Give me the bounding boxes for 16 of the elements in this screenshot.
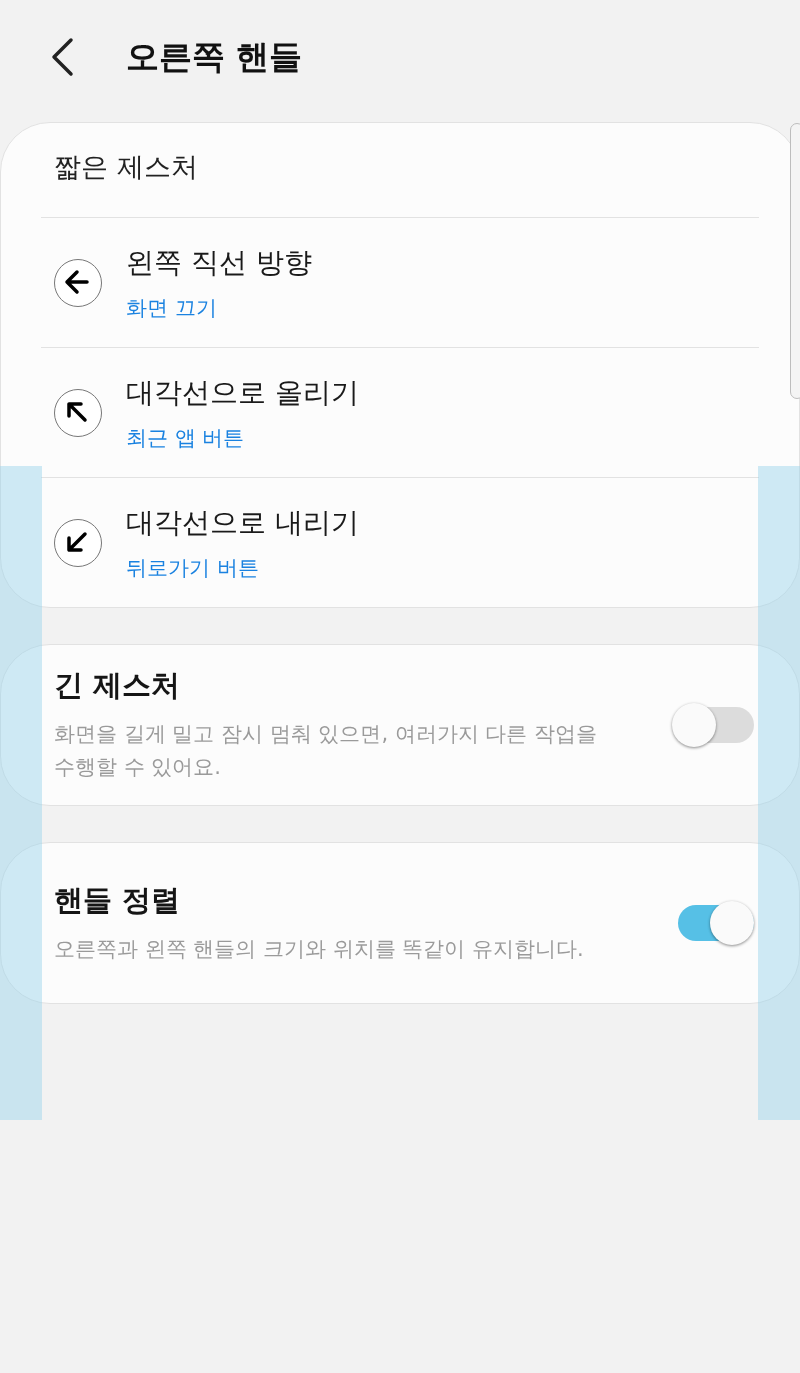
setting-description: 오른쪽과 왼쪽 핸들의 크기와 위치를 똑같이 유지합니다. [54, 935, 585, 963]
gesture-action: 화면 끄기 [126, 294, 218, 322]
gesture-action: 뒤로가기 버튼 [126, 554, 260, 582]
gesture-title: 대각선으로 올리기 [126, 374, 359, 411]
setting-title: 핸들 정렬 [54, 881, 182, 919]
section-heading: 짧은 제스처 [54, 150, 198, 184]
setting-title: 긴 제스처 [54, 667, 182, 704]
page-title: 오른쪽 핸들 [126, 35, 303, 78]
gesture-title: 대각선으로 내리기 [126, 504, 359, 541]
gesture-item[interactable]: 대각선으로 올리기 최근 앱 버튼 [41, 347, 759, 477]
setting-description: 화면을 길게 밀고 잠시 멈춰 있으면, 여러가지 다른 작업을 수행할 수 있어요. [54, 721, 599, 781]
gesture-item[interactable]: 대각선으로 내리기 뒤로가기 버튼 [41, 477, 759, 607]
gesture-title: 왼쪽 직선 방향 [126, 244, 312, 281]
gesture-item[interactable]: 왼쪽 직선 방향 화면 끄기 [41, 217, 759, 347]
toggle-switch[interactable] [672, 703, 754, 747]
gesture-action: 최근 앱 버튼 [126, 424, 246, 452]
